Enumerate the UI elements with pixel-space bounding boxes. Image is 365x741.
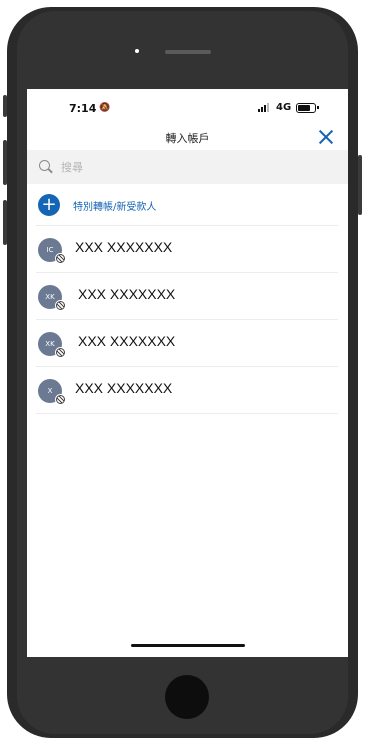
- status-bar: 7:14 🔕 4G: [27, 89, 348, 125]
- volume-up-button: [3, 140, 7, 185]
- account-name: XXX XXXXXXX: [78, 286, 176, 302]
- add-payee-row[interactable]: + 特別轉帳/新受款人: [27, 185, 348, 225]
- home-indicator: [131, 644, 245, 647]
- bank-badge-icon: [55, 300, 66, 311]
- volume-down-button: [3, 200, 7, 245]
- battery-tip: [317, 106, 319, 109]
- account-row[interactable]: X XXX XXXXXXX: [27, 367, 348, 413]
- power-button: [358, 155, 362, 215]
- bank-badge-icon: [55, 347, 66, 358]
- earpiece-speaker: [165, 50, 211, 54]
- mute-switch: [3, 95, 7, 117]
- network-type: 4G: [276, 102, 292, 113]
- add-payee-label: 特別轉帳/新受款人: [73, 202, 157, 213]
- search-icon: [39, 160, 50, 171]
- signal-icon: [258, 103, 272, 112]
- divider: [36, 413, 338, 414]
- search-input[interactable]: [61, 157, 321, 177]
- account-name: XXX XXXXXXX: [78, 333, 176, 349]
- close-icon[interactable]: [318, 129, 334, 145]
- account-row[interactable]: XK XXX XXXXXXX: [27, 320, 348, 366]
- battery-icon: [296, 103, 316, 113]
- account-name: XXX XXXXXXX: [75, 380, 173, 396]
- account-name: XXX XXXXXXX: [75, 239, 173, 255]
- app-screen: 7:14 🔕 4G 轉入帳戶 + 特別轉帳/新受款人 IC XXX XXXXXX…: [27, 89, 348, 657]
- bank-badge-icon: [55, 394, 66, 405]
- account-row[interactable]: IC XXX XXXXXXX: [27, 226, 348, 272]
- nav-header: 轉入帳戶: [27, 125, 348, 149]
- account-row[interactable]: XK XXX XXXXXXX: [27, 273, 348, 319]
- bell-slash-icon: 🔕: [99, 103, 111, 113]
- home-button[interactable]: [165, 675, 209, 719]
- search-bar[interactable]: [27, 150, 348, 184]
- page-title: 轉入帳戶: [165, 132, 210, 145]
- bank-badge-icon: [55, 253, 66, 264]
- front-camera: [135, 49, 139, 53]
- plus-icon: +: [38, 194, 60, 216]
- status-time: 7:14: [69, 102, 97, 115]
